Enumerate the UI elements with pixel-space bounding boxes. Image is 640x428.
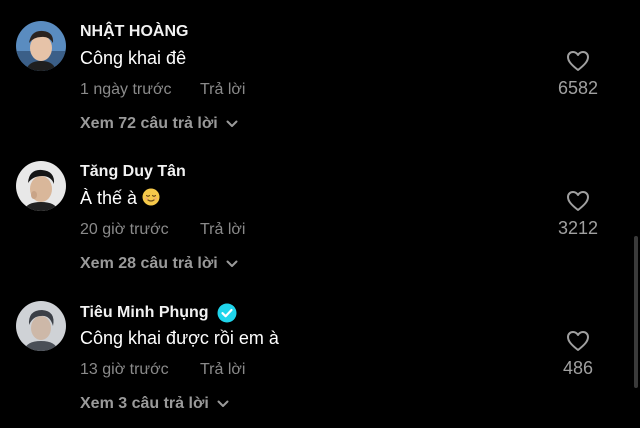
username[interactable]: Tăng Duy Tân	[80, 163, 186, 181]
avatar[interactable]	[16, 161, 66, 211]
view-replies-label: Xem 28 câu trả lời	[80, 255, 218, 272]
view-replies-label: Xem 72 câu trả lời	[80, 115, 218, 132]
username-text[interactable]: Tăng Duy Tân	[80, 163, 186, 181]
like-count: 6582	[557, 78, 599, 98]
reply-button[interactable]: Trả lời	[200, 221, 245, 239]
relieved-face-emoji-icon	[142, 188, 160, 206]
avatar-image	[16, 21, 66, 71]
view-replies-button[interactable]: Xem 28 câu trả lời	[80, 255, 238, 273]
like-count: 3212	[557, 218, 599, 238]
heart-icon[interactable]	[566, 330, 590, 352]
scrollbar[interactable]	[634, 236, 638, 388]
comment-text: À thế à	[80, 188, 160, 209]
like-count: 486	[562, 358, 594, 378]
comment-item: Tiêu Minh Phụng Công khai được rồi em à …	[0, 280, 640, 420]
like-control: 3212	[540, 190, 616, 239]
avatar-image	[16, 161, 66, 211]
chevron-down-icon	[226, 120, 238, 127]
chevron-down-icon	[217, 400, 229, 407]
comment-item: NHẬT HOÀNG Công khai đê 1 ngày trước Trả…	[0, 0, 640, 140]
reply-button[interactable]: Trả lời	[200, 81, 245, 99]
comment-time: 13 giờ trước	[80, 361, 169, 378]
view-replies-label: Xem 3 câu trả lời	[80, 395, 209, 412]
comment-item: Tăng Duy Tân À thế à 20 giờ trước Trả lờ…	[0, 140, 640, 280]
username[interactable]: Tiêu Minh Phụng	[80, 303, 237, 323]
comment-text: Công khai đê	[80, 48, 187, 68]
heart-icon[interactable]	[566, 190, 590, 212]
like-control: 486	[540, 330, 616, 379]
reply-button[interactable]: Trả lời	[200, 361, 245, 379]
chevron-down-icon	[226, 260, 238, 267]
avatar[interactable]	[16, 301, 66, 351]
like-control: 6582	[540, 50, 616, 99]
username-text[interactable]: Tiêu Minh Phụng	[80, 304, 209, 322]
avatar-image	[16, 301, 66, 351]
view-replies-button[interactable]: Xem 72 câu trả lời	[80, 115, 238, 133]
comment-time: 1 ngày trước	[80, 81, 172, 98]
comment-text: Công khai được rồi em à	[80, 328, 279, 348]
comment-text-content: À thế à	[80, 188, 138, 208]
view-replies-button[interactable]: Xem 3 câu trả lời	[80, 395, 229, 413]
comment-time: 20 giờ trước	[80, 221, 169, 238]
heart-icon[interactable]	[566, 50, 590, 72]
avatar[interactable]	[16, 21, 66, 71]
username-text[interactable]: NHẬT HOÀNG	[80, 23, 188, 41]
verified-badge-icon	[217, 303, 237, 323]
username[interactable]: NHẬT HOÀNG	[80, 23, 188, 41]
